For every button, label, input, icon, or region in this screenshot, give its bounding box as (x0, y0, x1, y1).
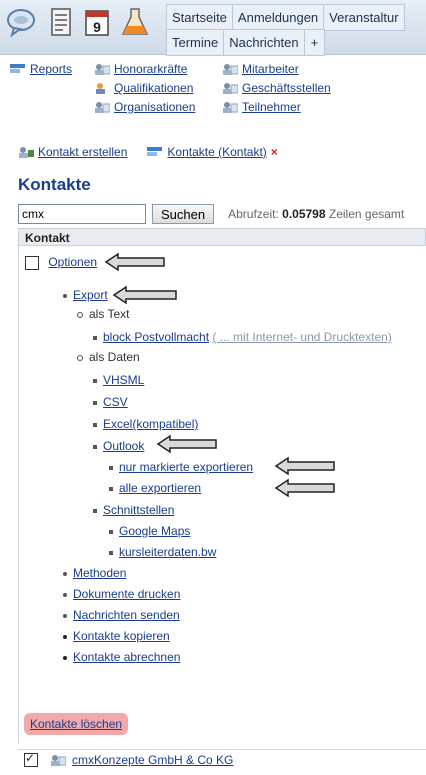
page-title: Kontakte (18, 175, 91, 194)
menu-vhsml[interactable]: VHSML (103, 373, 144, 387)
menu-alle-exportieren[interactable]: alle exportieren (119, 481, 201, 495)
optionen-checkbox[interactable] (25, 255, 39, 270)
delete-contacts-button[interactable]: Kontakte löschen (24, 713, 129, 735)
contacts-tab-link[interactable]: Kontakte (Kontakt) (167, 145, 266, 159)
menu-google-maps[interactable]: Google Maps (119, 524, 190, 538)
annotation-arrow-icon (156, 434, 217, 454)
menu-schnittstellen[interactable]: Schnittstellen (103, 503, 174, 517)
tab-nachrichten[interactable]: Nachrichten (223, 29, 305, 56)
meta-rest: Zeilen gesamt (328, 207, 405, 221)
nav-teilnehmer[interactable]: Teilnehmer (242, 100, 301, 114)
menu-mit-texten[interactable]: ( ... mit Internet- und Drucktexten) (212, 330, 391, 344)
search-input[interactable] (18, 204, 146, 224)
annotation-arrow-icon (274, 456, 335, 476)
nav-mitarbeiter[interactable]: Mitarbeiter (242, 62, 299, 76)
people-icon (51, 754, 66, 766)
document-icon[interactable] (46, 6, 76, 38)
people-icon (223, 102, 238, 113)
menu-nachrichten-senden[interactable]: Nachrichten senden (73, 608, 180, 622)
people-icon (223, 64, 238, 75)
tab-add[interactable]: + (303, 29, 326, 56)
menu-nur-markierte[interactable]: nur markierte exportieren (119, 460, 253, 474)
menu-dokumente-drucken[interactable]: Dokumente drucken (73, 587, 180, 601)
search-button[interactable]: Suchen (152, 204, 215, 224)
nav-qualifikationen[interactable]: Qualifikationen (114, 81, 193, 95)
contacts-tab-icon (147, 147, 163, 156)
svg-text:9: 9 (93, 19, 101, 35)
qualification-icon (96, 83, 105, 94)
close-icon[interactable]: × (271, 145, 278, 159)
people-icon (223, 83, 238, 94)
reports-icon (10, 64, 25, 73)
optionen-link[interactable]: Optionen (48, 255, 97, 269)
menu-als-daten: als Daten (89, 350, 140, 364)
add-contact-icon (19, 147, 34, 158)
search-row: Suchen Abrufzeit: 0.05798 Zeilen gesamt (18, 204, 426, 224)
table-row[interactable]: cmxKonzepte GmbH & Co KG (18, 749, 426, 769)
menu-block-postvollmacht[interactable]: block Postvollmacht (103, 330, 209, 344)
meta-label: Abrufzeit: (228, 207, 279, 221)
chat-bubble-icon[interactable] (6, 6, 36, 38)
create-contact-link[interactable]: Kontakt erstellen (38, 145, 127, 159)
flask-icon[interactable] (120, 6, 150, 38)
calendar-icon[interactable]: 9 (82, 6, 112, 38)
list-header: Kontakt (18, 228, 426, 246)
query-meta: Abrufzeit: 0.05798 Zeilen gesamt (228, 207, 404, 221)
tab-startseite[interactable]: Startseite (166, 4, 233, 31)
meta-value: 0.05798 (282, 207, 326, 221)
people-icon (95, 102, 110, 113)
annotation-arrow-icon (104, 252, 165, 272)
row-checkbox[interactable] (24, 751, 38, 767)
menu-methoden[interactable]: Methoden (73, 566, 126, 580)
action-row: Kontakt erstellen Kontakte (Kontakt) × (18, 145, 278, 159)
delete-contacts-label: Kontakte löschen (30, 717, 123, 731)
menu-kontakte-kopieren[interactable]: Kontakte kopieren (73, 629, 170, 643)
top-toolbar: 9 Startseite Anmeldungen Veranstaltur Te… (0, 0, 426, 56)
people-icon (95, 64, 110, 75)
menu-outlook[interactable]: Outlook (103, 439, 144, 453)
menu-excel[interactable]: Excel(kompatibel) (103, 417, 198, 431)
annotation-arrow-icon (112, 285, 177, 305)
tab-anmeldungen[interactable]: Anmeldungen (231, 4, 325, 31)
menu-csv[interactable]: CSV (103, 395, 128, 409)
menu-kontakte-abrechnen[interactable]: Kontakte abrechnen (73, 650, 180, 664)
nav-geschaeftsstellen[interactable]: Geschäftsstellen (242, 81, 331, 95)
menu-als-text: als Text (89, 307, 130, 321)
nav-reports[interactable]: Reports (30, 62, 72, 76)
annotation-arrow-icon (274, 478, 335, 498)
menu-export[interactable]: Export (73, 288, 108, 302)
nav-honorarkraefte[interactable]: Honorarkräfte (114, 62, 187, 76)
options-panel: Optionen Export als Text block Postvollm… (18, 246, 426, 744)
nav-organisationen[interactable]: Organisationen (114, 100, 195, 114)
tab-termine[interactable]: Termine (166, 29, 225, 56)
row-contact-name[interactable]: cmxKonzepte GmbH & Co KG (72, 753, 233, 767)
menu-kursleiterdaten[interactable]: kursleiterdaten.bw (119, 545, 216, 559)
tab-veranstaltungen[interactable]: Veranstaltur (323, 4, 405, 31)
